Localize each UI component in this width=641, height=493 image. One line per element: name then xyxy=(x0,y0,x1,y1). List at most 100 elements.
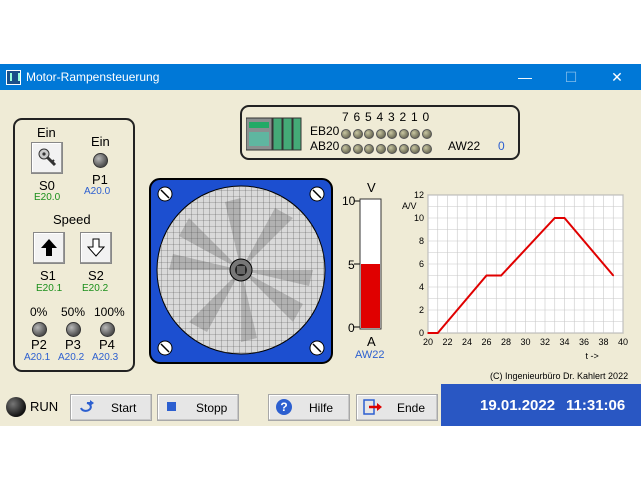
p3-address: A20.2 xyxy=(58,352,85,363)
clock-panel: 19.01.2022 11:31:06 xyxy=(441,384,641,426)
p1-label: P1 xyxy=(92,172,108,187)
s2-label: S2 xyxy=(88,268,104,283)
stop-button[interactable]: Stopp xyxy=(157,394,239,421)
p2-address: A20.1 xyxy=(24,352,51,363)
pct-100-label: 100% xyxy=(94,305,125,319)
p1-lamp xyxy=(93,153,108,168)
chart-point xyxy=(436,332,439,334)
s2-address: E20.2 xyxy=(82,283,109,294)
help-label: Hilfe xyxy=(309,401,334,415)
exit-button[interactable]: Ende xyxy=(356,394,438,421)
gauge-unit-top: V xyxy=(367,180,376,195)
exit-label: Ende xyxy=(397,401,426,415)
plc-icon xyxy=(245,116,302,155)
s2-down-button[interactable] xyxy=(80,232,112,264)
chart-ytick-label: 2 xyxy=(419,305,424,315)
chart-point xyxy=(612,274,615,277)
bit-label-3: 3 xyxy=(388,110,395,124)
bit-label-7: 7 xyxy=(342,110,349,124)
aw22-label: AW22 xyxy=(448,139,481,153)
chart-xlabel: t -> xyxy=(586,351,599,361)
stop-icon xyxy=(167,402,176,411)
ab20-bit-5-led xyxy=(364,144,374,154)
chart-xtick-label: 34 xyxy=(559,337,569,347)
s1-address: E20.1 xyxy=(36,283,63,294)
pct-0-label: 0% xyxy=(30,305,48,319)
copyright: (C) Ingenieurbüro Dr. Kahlert 2022 xyxy=(490,371,629,381)
gauge-fill xyxy=(361,264,380,328)
ab20-bit-7-led xyxy=(341,144,351,154)
chart-xtick-label: 22 xyxy=(442,337,452,347)
p2-lamp xyxy=(32,322,47,337)
s0-key-button[interactable] xyxy=(31,142,63,174)
chart-point xyxy=(500,274,502,277)
chart-xtick-label: 28 xyxy=(501,337,511,347)
chart-ytick-label: 0 xyxy=(419,328,424,338)
chart-point xyxy=(563,217,566,219)
eb20-bit-6-led xyxy=(352,129,363,139)
pct-50-label: 50% xyxy=(61,305,86,319)
run-label: RUN xyxy=(30,399,59,414)
chart-point xyxy=(485,274,488,277)
chart-point xyxy=(553,217,556,219)
chart-xtick-label: 32 xyxy=(540,337,550,347)
bit-label-4: 4 xyxy=(376,110,384,124)
close-button[interactable]: ✕ xyxy=(594,64,640,90)
key-icon xyxy=(38,148,57,167)
cycle-icon xyxy=(80,400,94,412)
eb20-bit-4-led xyxy=(375,129,386,139)
chart-ytick-label: 10 xyxy=(414,213,424,223)
p3-lamp xyxy=(66,322,81,337)
chart-xtick-label: 30 xyxy=(520,337,530,347)
bit-label-2: 2 xyxy=(399,110,407,124)
eb20-label: EB20 xyxy=(310,124,340,138)
chart-ylabel: A/V xyxy=(402,201,417,211)
p4-lamp xyxy=(100,322,115,337)
chart-ytick-label: 6 xyxy=(419,259,424,269)
speed-label: Speed xyxy=(53,212,91,227)
ab20-bit-3-led xyxy=(387,144,397,154)
bit-label-0: 0 xyxy=(422,110,430,124)
eb20-bit-2-led xyxy=(398,129,409,139)
bit-label-5: 5 xyxy=(365,110,372,124)
date-display: 19.01.2022 xyxy=(480,397,556,414)
arrow-down-icon xyxy=(86,238,106,257)
s0-caption: Ein xyxy=(37,125,56,140)
time-display: 11:31:06 xyxy=(566,397,626,414)
eb20-bit-1-led xyxy=(410,129,420,139)
exit-icon xyxy=(363,399,382,415)
bit-label-6: 6 xyxy=(353,110,361,124)
p1-address: A20.0 xyxy=(84,186,111,197)
ab20-bit-6-led xyxy=(352,144,363,154)
ab20-bit-0-led xyxy=(421,144,432,154)
ramp-chart: 20 22 24 26 28 30 32 34 36 38 40024681012A/Vt -> xyxy=(402,190,628,361)
chart-ytick-label: 12 xyxy=(414,190,424,200)
p4-label: P4 xyxy=(99,337,115,352)
eb20-bit-3-led xyxy=(387,129,397,139)
ab20-bit-4-led xyxy=(375,144,386,154)
aw22-value: 0 xyxy=(498,139,505,153)
run-lamp xyxy=(6,397,26,417)
eb20-bit-0-led xyxy=(421,129,432,139)
window-title: Motor-Rampensteuerung xyxy=(26,70,160,84)
help-button[interactable]: ? Hilfe xyxy=(268,394,350,421)
arrow-up-icon xyxy=(41,239,57,256)
minimize-button[interactable]: — xyxy=(502,64,548,90)
s1-up-button[interactable] xyxy=(33,232,65,264)
stop-label: Stopp xyxy=(196,401,228,415)
maximize-button[interactable]: ☐ xyxy=(548,64,594,90)
voltage-gauge xyxy=(354,198,382,330)
ab20-bit-1-led xyxy=(410,144,420,154)
eb20-bit-5-led xyxy=(364,129,374,139)
s0-address: E20.0 xyxy=(34,192,61,203)
s1-label: S1 xyxy=(40,268,56,283)
chart-ytick-label: 4 xyxy=(419,282,424,292)
start-button[interactable]: Start xyxy=(70,394,152,421)
bit-label-1: 1 xyxy=(411,110,418,124)
app-icon xyxy=(6,70,21,85)
title-bar: Motor-Rampensteuerung — ☐ ✕ xyxy=(0,64,641,90)
chart-xtick-label: 26 xyxy=(481,337,491,347)
chart-xtick-label: 36 xyxy=(579,337,589,347)
chart-xtick-label: 38 xyxy=(598,337,608,347)
help-icon: ? xyxy=(276,399,292,415)
